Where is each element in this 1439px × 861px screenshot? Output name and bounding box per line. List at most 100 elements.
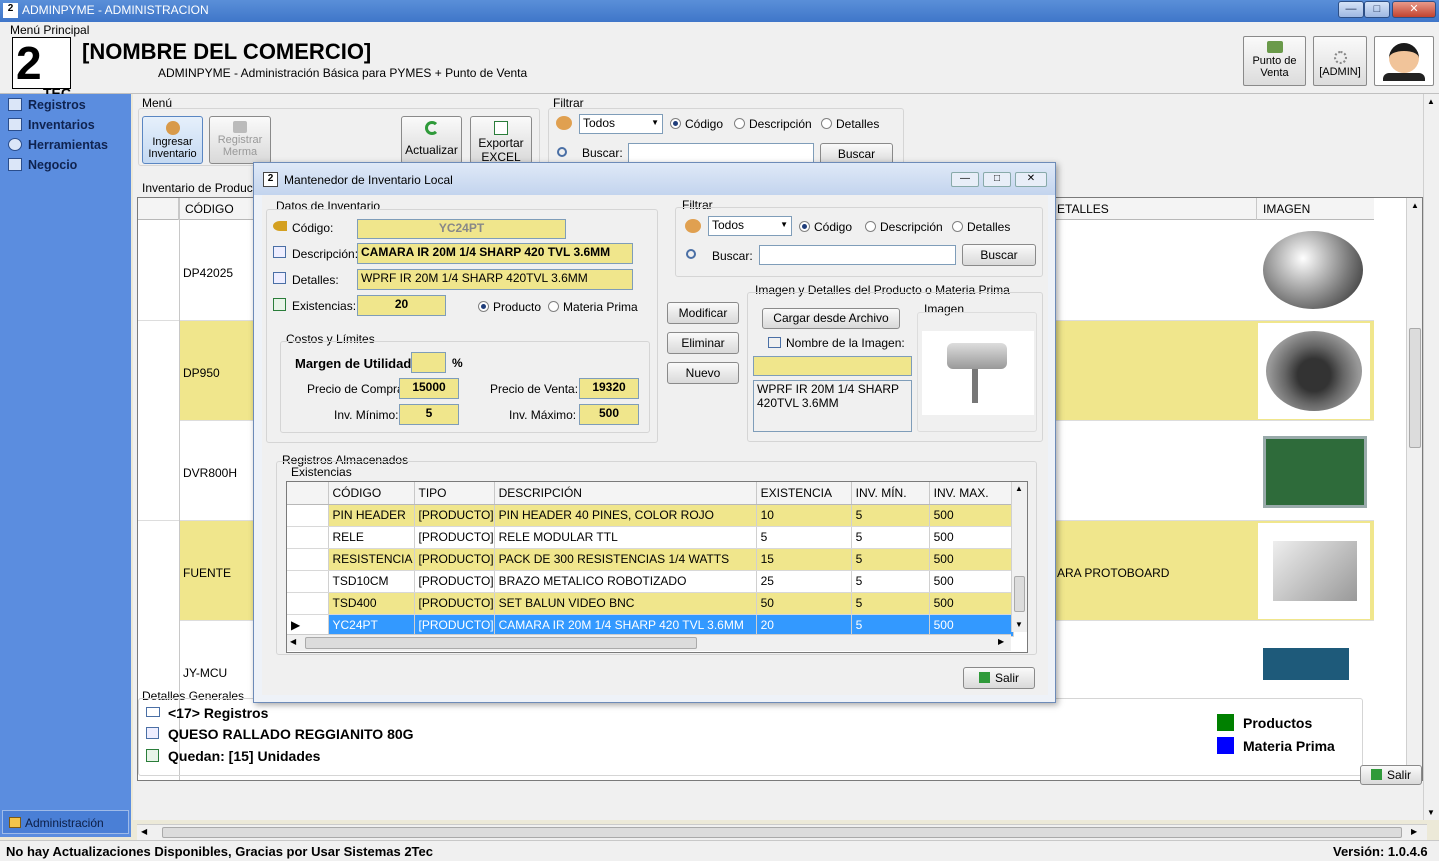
hscroll-thumb[interactable] [305,637,697,649]
row-header-cell[interactable]: ▶ [287,614,329,637]
dialog-radio-codigo[interactable]: Código [799,220,852,234]
cell-descripcion[interactable]: SET BALUN VIDEO BNC [494,592,757,615]
cell-codigo[interactable]: TSD10CM [328,570,415,593]
dialog-maximize-button[interactable]: □ [983,172,1011,187]
cell-codigo[interactable]: RELE [328,526,415,549]
cell-existencia[interactable]: 5 [756,526,852,549]
cell-tipo[interactable]: [PRODUCTO] [414,504,495,527]
cell-min[interactable]: 5 [851,614,930,637]
radio-producto[interactable]: Producto [478,300,541,314]
table-row[interactable]: RESISTENCIA [PRODUCTO] PACK DE 300 RESISTE… [287,548,1014,571]
cell-existencia[interactable]: 10 [756,504,852,527]
sidebar-item-negocio[interactable]: Negocio [8,158,77,176]
cell-max[interactable]: 500 [929,548,1014,571]
cell-existencia[interactable]: 15 [756,548,852,571]
dialog-radio-detalles[interactable]: Detalles [952,220,1010,234]
hscroll-thumb[interactable] [162,827,1402,838]
row-header-cell[interactable] [287,570,329,593]
inventory-scrollbar[interactable]: ▲ ▼ [1406,198,1422,780]
dialog-search-button[interactable]: Buscar [962,244,1036,266]
cell-descripcion[interactable]: RELE MODULAR TTL [494,526,757,549]
maximize-button[interactable]: □ [1364,1,1390,18]
max-field[interactable]: 500 [579,404,639,425]
search-input[interactable] [628,143,814,163]
cell-tipo[interactable]: [PRODUCTO] [414,526,495,549]
table-row[interactable]: RELE [PRODUCTO] RELE MODULAR TTL 5 5 500 [287,526,1014,549]
nombre-imagen-field[interactable] [753,356,912,376]
user-avatar[interactable] [1374,36,1434,86]
main-salir-button[interactable]: Salir [1360,765,1422,785]
cell-descripcion[interactable]: PIN HEADER 40 PINES, COLOR ROJO [494,504,757,527]
cell-min[interactable]: 5 [851,548,930,571]
table-row[interactable]: ▶ YC24PT [PRODUCTO] CAMARA IR 20M 1/4 SHARP… [287,614,1014,637]
cell-max[interactable]: 500 [929,526,1014,549]
table-row[interactable]: PIN HEADER [PRODUCTO] PIN HEADER 40 PINES,… [287,504,1014,527]
row-header-cell[interactable] [287,592,329,615]
detalles-field[interactable]: WPRF IR 20M 1/4 SHARP 420TVL 3.6MM [357,269,633,290]
col-header-tipo[interactable]: TIPO [414,482,495,505]
punto-de-venta-button[interactable]: Punto de Venta [1243,36,1306,86]
filter-select[interactable]: Todos ▼ [579,114,663,134]
registros-hscrollbar[interactable]: ◀ ▶ [287,634,1011,651]
min-field[interactable]: 5 [399,404,459,425]
sidebar-administracion[interactable]: Administración [2,810,129,834]
cell-min[interactable]: 5 [851,592,930,615]
close-button[interactable]: ✕ [1392,1,1436,18]
modificar-button[interactable]: Modificar [667,302,739,324]
cell-codigo[interactable]: PIN HEADER [328,504,415,527]
cell-codigo[interactable]: YC24PT [328,614,415,637]
ingresar-inventario-button[interactable]: Ingresar Inventario [142,116,203,164]
margen-field[interactable] [411,352,446,373]
descripcion-field[interactable]: CAMARA IR 20M 1/4 SHARP 420 TVL 3.6MM [357,243,633,264]
dialog-minimize-button[interactable]: — [951,172,979,187]
cell-descripcion[interactable]: BRAZO METALICO ROBOTIZADO [494,570,757,593]
table-row[interactable]: TSD10CM [PRODUCTO] BRAZO METALICO ROBOTIZA… [287,570,1014,593]
filter-radio-detalles[interactable]: Detalles [821,117,879,131]
dialog-close-button[interactable]: ✕ [1015,172,1047,187]
cell-existencia[interactable]: 25 [756,570,852,593]
main-hscrollbar[interactable]: ◀ ▶ [137,824,1427,840]
exportar-excel-button[interactable]: Exportar EXCEL [470,116,532,164]
cell-tipo[interactable]: [PRODUCTO] [414,592,495,615]
col-header-inv-min[interactable]: INV. MÍN. [851,482,930,505]
scroll-thumb[interactable] [1409,328,1421,448]
scroll-thumb[interactable] [1014,576,1025,612]
cell-max[interactable]: 500 [929,570,1014,593]
row-header-cell[interactable] [287,504,329,527]
col-header-existencia[interactable]: EXISTENCIA [756,482,852,505]
dialog-radio-descripcion[interactable]: Descripción [865,220,943,234]
nuevo-button[interactable]: Nuevo [667,362,739,384]
codigo-field[interactable]: YC24PT [357,219,566,239]
table-row[interactable]: TSD400 [PRODUCTO] SET BALUN VIDEO BNC 50 5 50… [287,592,1014,615]
filter-radio-descripcion[interactable]: Descripción [734,117,812,131]
cell-descripcion[interactable]: CAMARA IR 20M 1/4 SHARP 420 TVL 3.6MM [494,614,757,637]
admin-button[interactable]: [ADMIN] [1313,36,1367,86]
cell-existencia[interactable]: 20 [756,614,852,637]
actualizar-button[interactable]: Actualizar [401,116,462,164]
registrar-merma-button[interactable]: Registrar Merma [209,116,271,164]
dialog-filter-select[interactable]: Todos ▼ [708,216,792,236]
radio-materia-prima[interactable]: Materia Prima [548,300,638,314]
cell-max[interactable]: 500 [929,614,1014,637]
cell-tipo[interactable]: [PRODUCTO] [414,570,495,593]
main-vscrollbar[interactable]: ▲ ▼ [1423,94,1439,820]
cell-max[interactable]: 500 [929,592,1014,615]
cell-descripcion[interactable]: PACK DE 300 RESISTENCIAS 1/4 WATTS [494,548,757,571]
img-detail-textarea[interactable]: WPRF IR 20M 1/4 SHARP 420TVL 3.6MM [753,380,912,432]
cell-min[interactable]: 5 [851,570,930,593]
compra-field[interactable]: 15000 [399,378,459,399]
sidebar-item-inventarios[interactable]: Inventarios [8,118,95,136]
cell-codigo[interactable]: TSD400 [328,592,415,615]
cell-max[interactable]: 500 [929,504,1014,527]
cell-codigo[interactable]: RESISTENCIA [328,548,415,571]
eliminar-button[interactable]: Eliminar [667,332,739,354]
registros-vscrollbar[interactable]: ▲ ▼ [1011,482,1027,632]
cell-tipo[interactable]: [PRODUCTO] [414,614,495,637]
dialog-search-input[interactable] [759,245,956,265]
col-header-descripcion[interactable]: DESCRIPCIÓN [494,482,757,505]
row-header-cell[interactable] [287,548,329,571]
dialog-salir-button[interactable]: Salir [963,667,1035,689]
row-header-cell[interactable] [287,526,329,549]
col-header-codigo[interactable]: CÓDIGO [328,482,415,505]
venta-field[interactable]: 19320 [579,378,639,399]
